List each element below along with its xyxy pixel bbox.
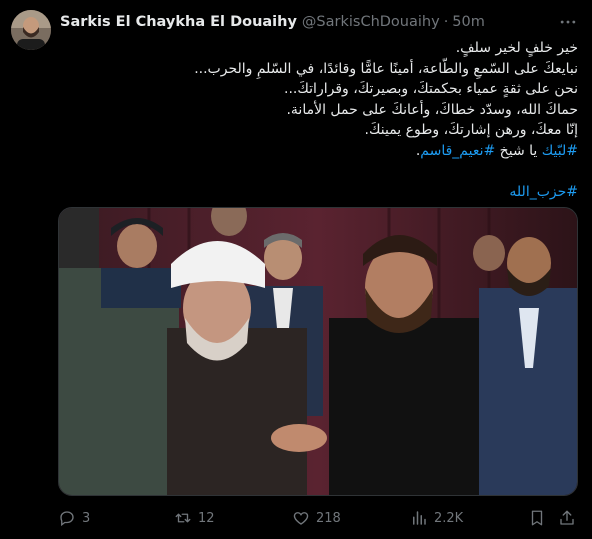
share-icon bbox=[560, 510, 574, 525]
tweet-photo[interactable] bbox=[58, 207, 578, 496]
bookmark-button[interactable] bbox=[528, 506, 546, 530]
repost-button[interactable]: 12 bbox=[174, 506, 215, 530]
text-line: حماكَ الله، وسدّد خطاكَ، وأعانكَ على حمل… bbox=[286, 101, 578, 118]
avatar-image bbox=[11, 10, 51, 50]
separator-dot: · bbox=[443, 14, 449, 30]
reply-icon bbox=[60, 511, 74, 527]
repost-icon bbox=[175, 513, 191, 523]
repost-count: 12 bbox=[198, 510, 215, 526]
text-line-hashtags: #لبّيك يا شيخ #نعيم_قاسم. bbox=[60, 141, 578, 162]
hashtag-link[interactable]: #حزب_الله bbox=[509, 184, 578, 200]
text-line: نبايعكَ على السّمعِ والطّاعة، أمينًا عام… bbox=[194, 60, 578, 77]
text-line: خير خلفٍ لخير سلفٍ. bbox=[455, 40, 578, 56]
views-count: 2.2K bbox=[434, 510, 464, 526]
author-name[interactable]: Sarkis El Chaykha El Douaihy bbox=[60, 14, 297, 30]
timestamp[interactable]: 50m bbox=[452, 14, 485, 30]
tweet-header: Sarkis El Chaykha El Douaihy @SarkisChDo… bbox=[60, 12, 530, 32]
tweet[interactable]: Sarkis El Chaykha El Douaihy @SarkisChDo… bbox=[0, 0, 592, 539]
more-icon bbox=[560, 20, 576, 24]
like-button[interactable]: 218 bbox=[292, 506, 341, 530]
text-fragment: يا شيخ bbox=[495, 142, 542, 159]
tweet-text: خير خلفٍ لخير سلفٍ. نبايعكَ على السّمعِ … bbox=[60, 38, 578, 202]
reply-button[interactable]: 3 bbox=[58, 506, 90, 530]
views-icon bbox=[413, 511, 426, 525]
views-button[interactable]: 2.2K bbox=[410, 506, 463, 530]
like-count: 218 bbox=[316, 510, 341, 526]
share-button[interactable] bbox=[558, 506, 576, 530]
text-line: إنّا معكَ، ورهن إشارتكَ، وطوع يمينكَ. bbox=[364, 122, 578, 138]
text-line: نحن على ثقةٍ عمياء بحكمتكَ، وبصيرتكَ، وق… bbox=[284, 81, 578, 97]
hashtag-link[interactable]: #نعيم_قاسم bbox=[420, 143, 495, 159]
photo-image bbox=[59, 208, 577, 495]
text-line: #حزب_الله bbox=[60, 182, 578, 203]
more-button[interactable] bbox=[556, 12, 580, 32]
tweet-actions: 3 12 218 2.2K bbox=[58, 506, 588, 530]
author-handle[interactable]: @SarkisChDouaihy bbox=[302, 14, 440, 30]
like-icon bbox=[293, 512, 309, 525]
reply-count: 3 bbox=[82, 510, 91, 526]
bookmark-icon bbox=[531, 510, 543, 526]
hashtag-link[interactable]: #لبّيك bbox=[542, 143, 578, 159]
avatar[interactable] bbox=[11, 10, 51, 50]
